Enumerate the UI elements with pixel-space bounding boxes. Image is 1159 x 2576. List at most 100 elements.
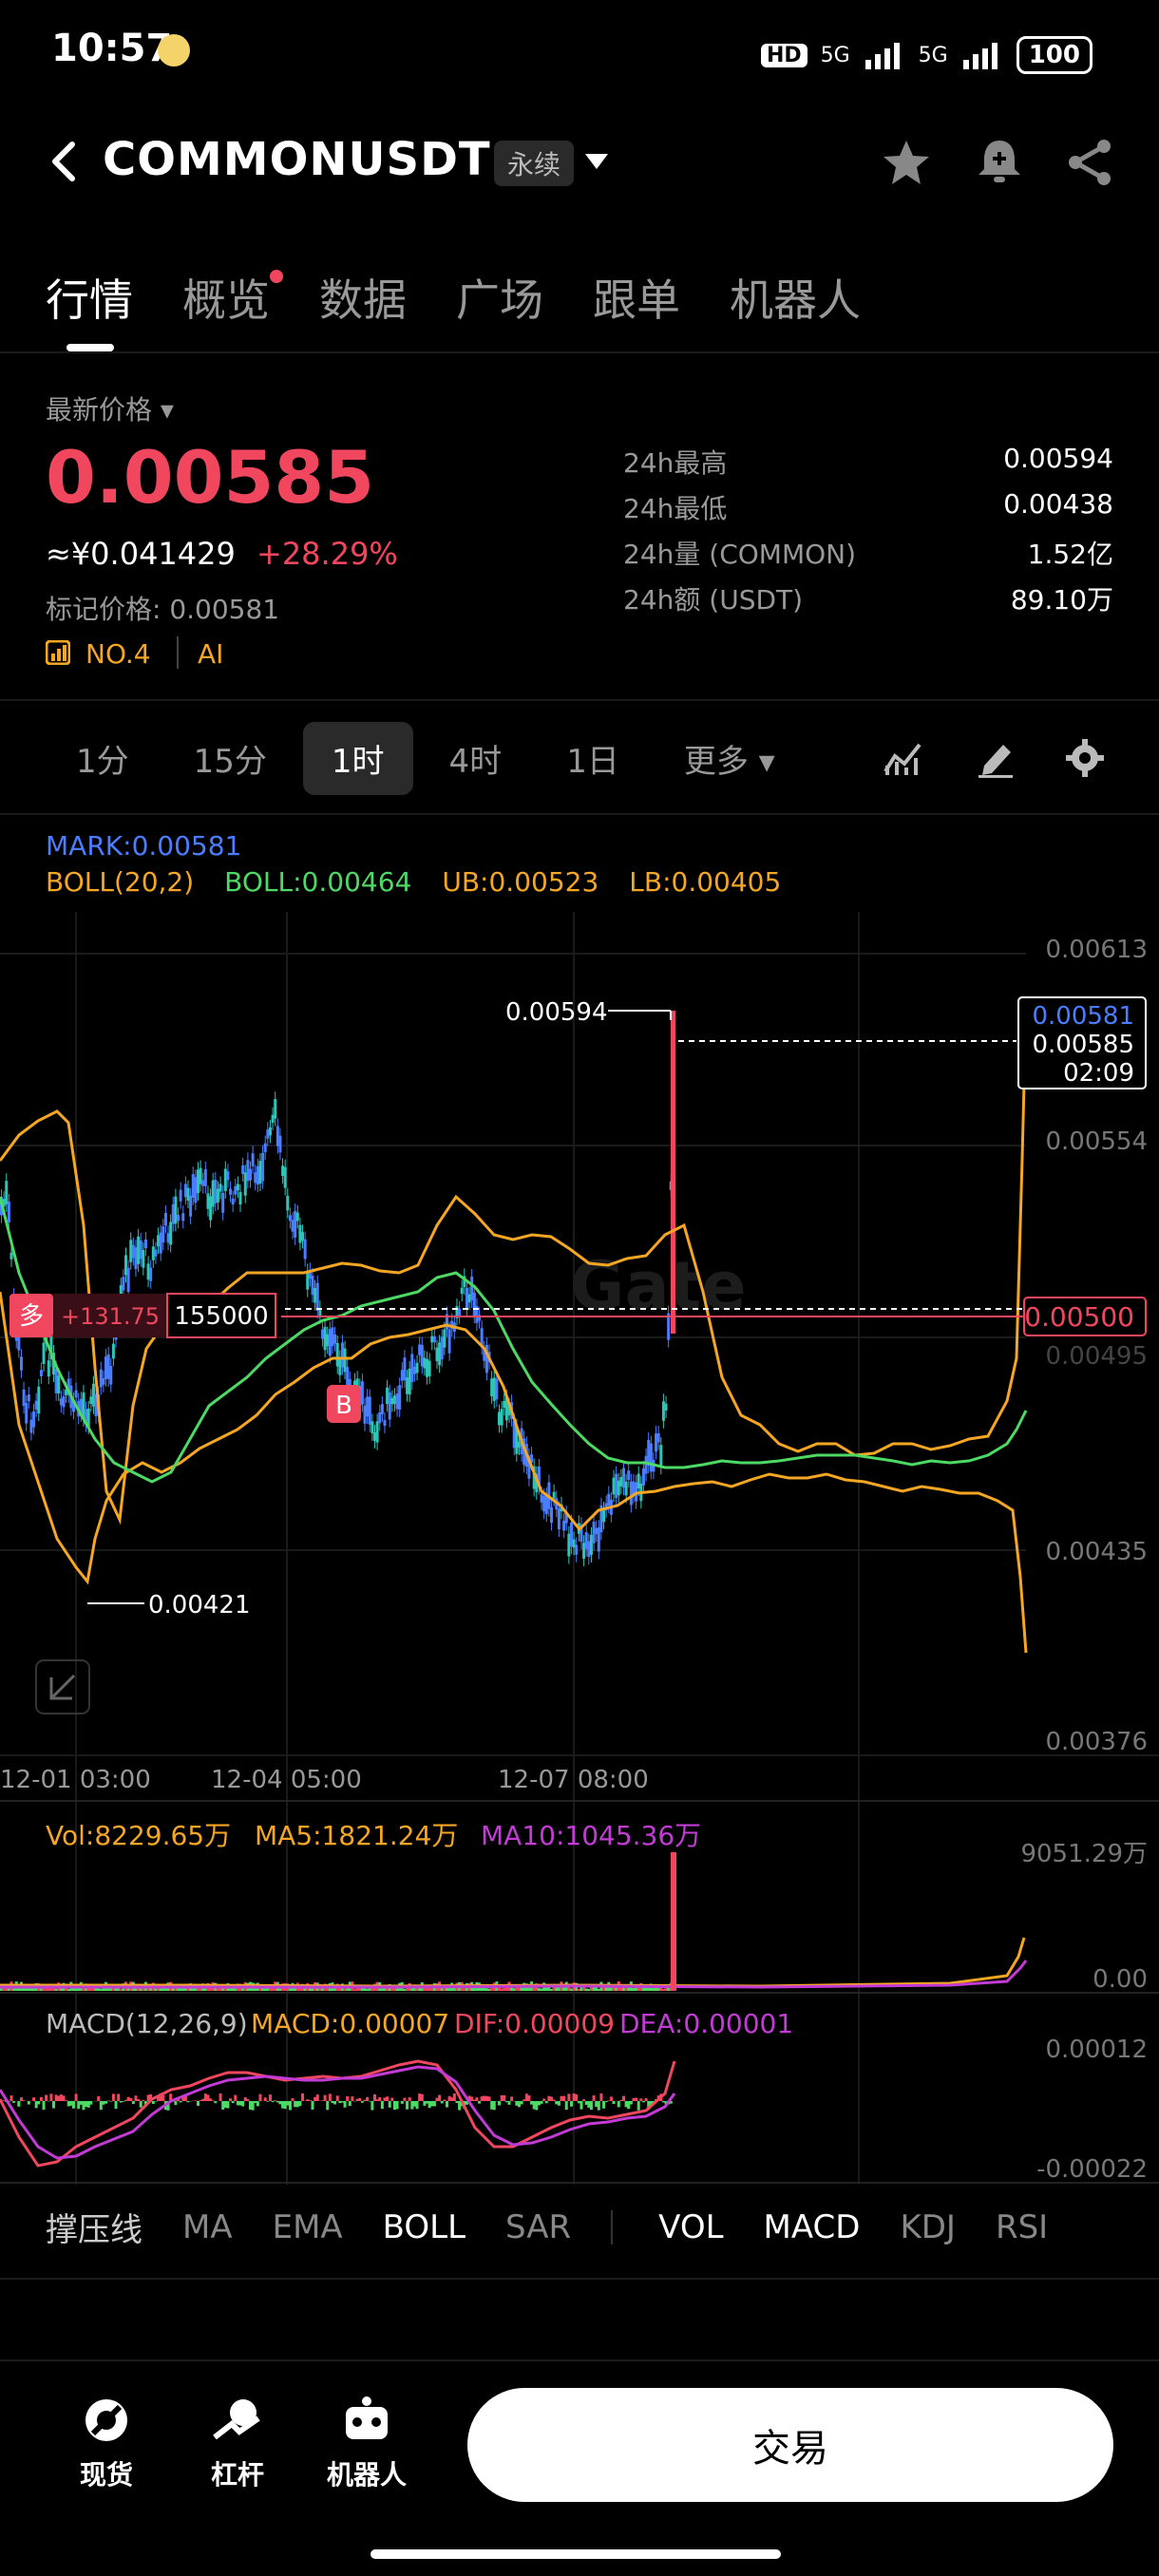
volume-bar [71, 1988, 75, 1991]
indicator-kdj[interactable]: KDJ [900, 2208, 956, 2246]
macd-bar [504, 2101, 508, 2103]
candle [392, 1395, 396, 1405]
candle [460, 1287, 464, 1295]
indicator-rsi[interactable]: RSI [996, 2208, 1048, 2246]
candle [607, 1493, 611, 1506]
stat-volume-label: 24h量 (COMMON) [623, 539, 857, 570]
margin-icon [213, 2399, 260, 2440]
candle [62, 1395, 66, 1408]
candle [254, 1172, 257, 1184]
macd-bar [522, 2099, 526, 2101]
position-price-tag: 0.00500 [1024, 1301, 1134, 1333]
interval-4h[interactable]: 4时 [421, 722, 531, 795]
macd-bar [86, 2101, 90, 2108]
candle [443, 1329, 446, 1348]
tab-copytrade[interactable]: 跟单 [593, 266, 680, 329]
candle [74, 1390, 78, 1398]
nav-bots[interactable]: 机器人 [327, 2396, 407, 2492]
candlestick-chart[interactable]: Gate 0.00594 0.00421 0.00613 0.00554 0.0… [0, 912, 1159, 2185]
candle [315, 1282, 319, 1312]
macd-bar [403, 2097, 407, 2101]
nav-margin[interactable]: 杠杆 [211, 2396, 264, 2492]
candle [186, 1187, 190, 1202]
candle [326, 1334, 330, 1347]
ai-badge[interactable]: AI [198, 638, 223, 670]
nav-spot[interactable]: 现货 [80, 2396, 133, 2492]
box-countdown: 02:09 [1063, 1059, 1134, 1088]
candle [151, 1246, 155, 1260]
candle [216, 1188, 219, 1203]
symbol-title[interactable]: COMMONUSDT [103, 133, 491, 186]
tab-market[interactable]: 行情 [46, 266, 133, 329]
latest-price-label[interactable]: 最新价格 ▾ [46, 389, 174, 427]
volume-bar [500, 1988, 504, 1991]
indicator-ma[interactable]: MA [182, 2208, 233, 2246]
trade-button[interactable]: 交易 [467, 2388, 1113, 2502]
candle [29, 1419, 33, 1433]
candle [398, 1385, 402, 1411]
back-icon[interactable] [46, 139, 80, 184]
tab-square[interactable]: 广场 [456, 266, 543, 329]
stat-low-value: 0.00438 [1003, 488, 1113, 520]
macd-bar [343, 2101, 347, 2108]
position-side[interactable]: 多 [19, 1302, 44, 1331]
indicator-boll[interactable]: BOLL [383, 2208, 466, 2246]
indicator-vol[interactable]: VOL [658, 2208, 723, 2246]
macd-bar [139, 2101, 142, 2108]
macd-bar [52, 2101, 56, 2109]
alert-bell-icon[interactable] [973, 135, 1026, 188]
chevron-down-icon[interactable] [583, 152, 610, 171]
candle [311, 1276, 314, 1296]
interval-1h[interactable]: 1时 [302, 722, 413, 795]
candle [378, 1411, 382, 1424]
perpetual-badge[interactable]: 永续 [494, 141, 575, 186]
interval-more[interactable]: 更多 ▾ [656, 722, 804, 795]
indicator-macd[interactable]: MACD [764, 2208, 861, 2246]
macd-bar [380, 2101, 384, 2110]
candle [298, 1224, 302, 1243]
candle [472, 1292, 476, 1316]
candle [338, 1357, 342, 1375]
share-icon[interactable] [1064, 137, 1115, 188]
candle [415, 1362, 419, 1373]
macd-bar [500, 2094, 504, 2101]
indicator-chart-icon[interactable] [882, 739, 923, 777]
macd-bar [104, 2101, 108, 2104]
candle [412, 1366, 416, 1374]
candle [550, 1506, 554, 1524]
candle [656, 1432, 660, 1443]
candle [569, 1522, 573, 1547]
tab-bots[interactable]: 机器人 [730, 266, 861, 329]
indicator-ema[interactable]: EMA [273, 2208, 343, 2246]
draw-pen-icon[interactable] [975, 737, 1016, 779]
interval-15m[interactable]: 15分 [165, 722, 295, 795]
macd-bar [589, 2101, 593, 2111]
star-icon[interactable] [880, 137, 933, 188]
candle [22, 1389, 26, 1407]
interval-1d[interactable]: 1日 [538, 722, 648, 795]
candle [177, 1215, 180, 1222]
candle [370, 1421, 374, 1434]
candle [203, 1168, 207, 1186]
tab-data[interactable]: 数据 [319, 266, 407, 329]
macd-bar [375, 2099, 379, 2101]
indicator-support-resistance[interactable]: 撑压线 [46, 2204, 142, 2250]
tab-overview-label: 概览 [182, 275, 270, 326]
interval-1m[interactable]: 1分 [48, 722, 158, 795]
candle [19, 1356, 23, 1371]
buy-marker[interactable]: B [335, 1392, 352, 1420]
expand-icon[interactable] [49, 1674, 76, 1700]
rank-badge[interactable]: NO.4 [86, 638, 151, 670]
macd-bar [346, 2096, 350, 2101]
tab-overview[interactable]: 概览 [182, 266, 283, 329]
volume-bottom: 0.00 [1092, 1965, 1148, 1994]
macd-bottom: -0.00022 [1036, 2155, 1148, 2184]
macd-bar [271, 2101, 275, 2103]
candle [380, 1404, 384, 1414]
macd-bar [358, 2097, 362, 2101]
indicator-sar[interactable]: SAR [505, 2208, 571, 2246]
macd-bar [221, 2101, 225, 2110]
candle [306, 1271, 310, 1290]
settings-gear-icon[interactable] [1064, 737, 1106, 779]
macd-bar [315, 2094, 319, 2101]
